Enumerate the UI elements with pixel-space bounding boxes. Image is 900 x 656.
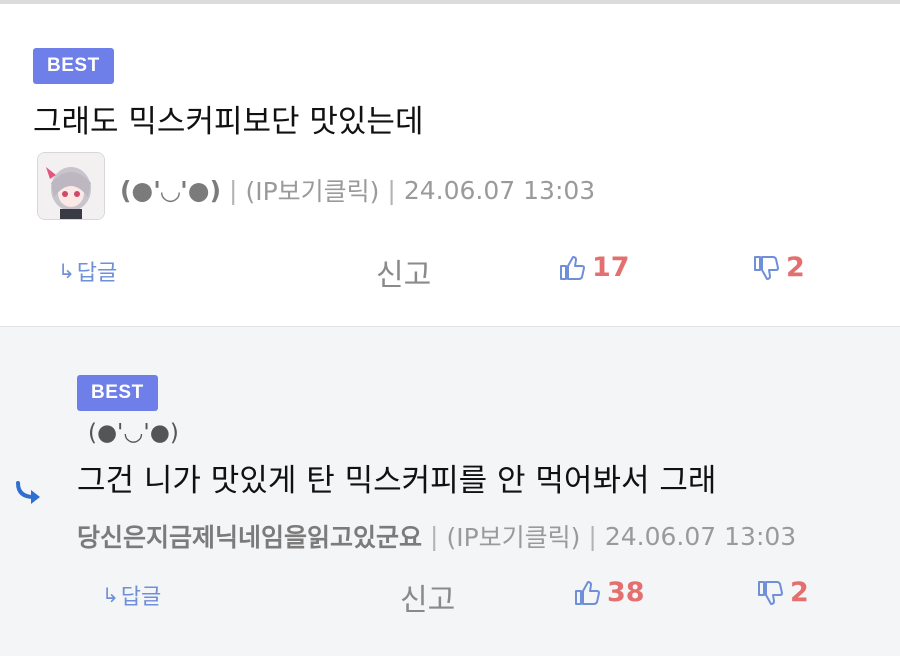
reply-label: 답글 — [120, 585, 162, 610]
timestamp: 24.06.07 13:03 — [604, 521, 797, 551]
thumbs-down-icon — [754, 255, 779, 280]
comment-2: BEST (●'◡'●) 그건 니가 맛있게 탄 믹스커피를 안 먹어봐서 그래… — [0, 326, 900, 656]
meta-separator: | — [430, 521, 439, 551]
dislike-count: 2 — [786, 252, 805, 283]
thumbs-up-icon — [575, 580, 600, 605]
ip-link[interactable]: (IP보기클릭) — [245, 172, 379, 208]
nickname[interactable]: (●'◡'●) — [120, 176, 221, 205]
thumbs-down-icon — [758, 580, 783, 605]
reply-button[interactable]: ↳ 답글 — [102, 579, 161, 611]
comment-meta: (●'◡'●) | (IP보기클릭) | 24.06.07 13:03 — [120, 172, 595, 208]
reply-arrow-icon: ↳ — [58, 259, 75, 283]
nickname[interactable]: 당신은지금제닉네임을읽고있군요 — [77, 518, 422, 554]
report-button[interactable]: 신고 — [376, 250, 431, 294]
like-count: 38 — [607, 577, 645, 608]
report-button[interactable]: 신고 — [400, 575, 455, 619]
best-badge: BEST — [77, 375, 158, 411]
ip-link[interactable]: (IP보기클릭) — [446, 518, 580, 554]
like-button[interactable]: 38 — [573, 577, 645, 608]
like-button[interactable]: 17 — [558, 252, 630, 283]
comment-meta: 당신은지금제닉네임을읽고있군요 | (IP보기클릭) | 24.06.07 13… — [77, 518, 796, 554]
meta-separator: | — [387, 175, 396, 205]
dislike-count: 2 — [790, 577, 809, 608]
reply-label: 답글 — [76, 261, 118, 286]
avatar[interactable] — [37, 152, 105, 220]
best-badge: BEST — [33, 48, 114, 84]
thumbs-up-icon — [560, 255, 585, 280]
like-count: 17 — [592, 252, 630, 283]
reply-button[interactable]: ↳ 답글 — [58, 255, 117, 287]
timestamp: 24.06.07 13:03 — [403, 175, 596, 205]
comment-1: BEST 그래도 믹스커피보단 맛있는데 (●'◡'●) | (IP보기클릭) … — [0, 4, 900, 326]
meta-separator: | — [588, 521, 597, 551]
meta-separator: | — [229, 175, 238, 205]
dislike-button[interactable]: 2 — [756, 577, 809, 608]
dislike-button[interactable]: 2 — [752, 252, 805, 283]
reply-arrow-icon: ↳ — [102, 583, 119, 607]
reply-indent-arrow-icon — [16, 481, 40, 504]
reply-to-nickname: (●'◡'●) — [88, 420, 179, 446]
comment-text: 그래도 믹스커피보단 맛있는데 — [33, 104, 424, 140]
comment-text: 그건 니가 맛있게 탄 믹스커피를 안 먹어봐서 그래 — [77, 463, 717, 499]
avatar-image-icon — [38, 153, 104, 219]
